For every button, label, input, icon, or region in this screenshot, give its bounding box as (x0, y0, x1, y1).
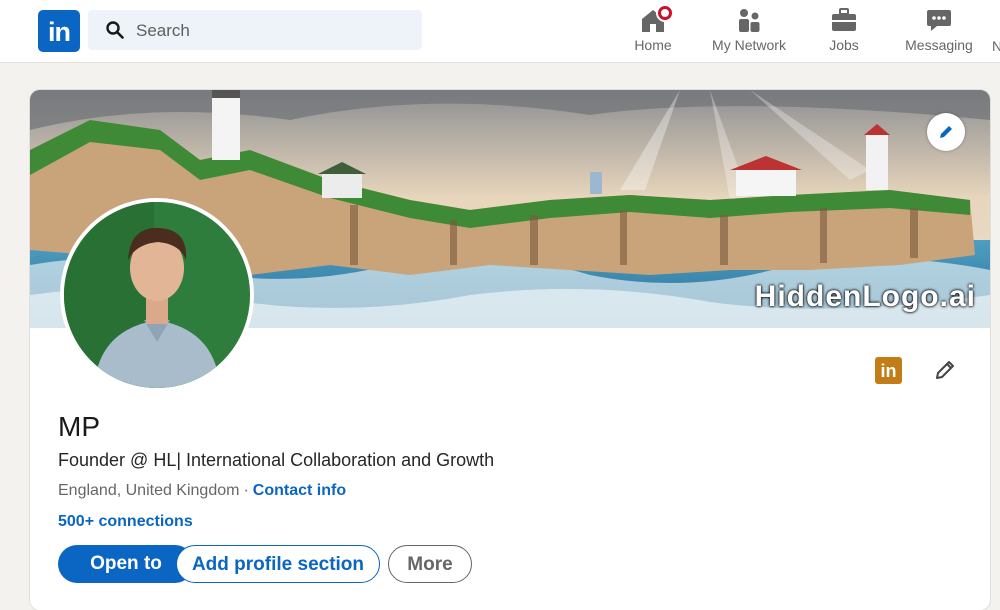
nav-home-label: Home (634, 37, 672, 53)
nav-my-network-label: My Network (712, 37, 786, 53)
chat-icon (927, 10, 951, 31)
nav-home[interactable]: Home (630, 4, 676, 58)
nav-jobs[interactable]: Jobs (822, 6, 866, 58)
nav-messaging[interactable]: Messaging (902, 6, 976, 58)
nav-notifications-clipped[interactable]: N (992, 38, 1000, 54)
briefcase-icon (832, 8, 856, 31)
add-profile-section-button[interactable]: Add profile section (176, 545, 380, 583)
profile-name: MP (58, 411, 100, 442)
pencil-icon (940, 126, 952, 138)
banner-watermark: HiddenLogo.ai (754, 280, 976, 313)
person-photo (64, 202, 250, 388)
connections-link[interactable]: 500+ connections (58, 513, 193, 531)
edit-intro-pencil-icon[interactable] (933, 358, 957, 382)
profile-location: England, United Kingdom (58, 482, 240, 499)
top-navigation-bar: in Search Home My Network Jobs Messaging… (0, 0, 1000, 63)
notification-badge (656, 4, 674, 22)
linkedin-premium-badge[interactable]: in (875, 357, 902, 384)
search-placeholder: Search (136, 21, 190, 40)
search-icon (106, 21, 124, 39)
linkedin-logo[interactable]: in (38, 10, 80, 52)
profile-headline: Founder @ HL| International Collaboratio… (58, 450, 495, 470)
profile-location-line: England, United Kingdom · Contact info (58, 482, 346, 500)
nav-jobs-label: Jobs (829, 37, 859, 53)
contact-info-link[interactable]: Contact info (253, 482, 346, 499)
edit-banner-button[interactable] (927, 113, 965, 151)
separator-dot: · (243, 482, 249, 499)
nav-my-network[interactable]: My Network (708, 6, 790, 58)
open-to-button[interactable]: Open to (58, 545, 194, 583)
people-icon (739, 9, 760, 32)
profile-photo[interactable] (60, 198, 254, 392)
nav-messaging-label: Messaging (905, 37, 973, 53)
more-button[interactable]: More (388, 545, 472, 583)
search-box[interactable]: Search (88, 10, 422, 50)
profile-card: HiddenLogo.ai in MP Founder @ HL| Intern… (30, 90, 990, 610)
